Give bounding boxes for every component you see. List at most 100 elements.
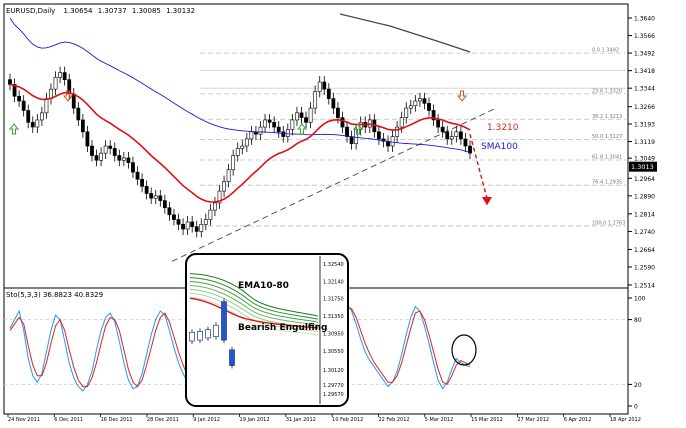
time-tick-label: 22 Feb 2012 bbox=[378, 417, 409, 423]
candle-body bbox=[153, 195, 158, 199]
price-tick-label: 1.2514 bbox=[634, 283, 655, 290]
price-axis: 1.3640 1.3566 1.3492 1.3418 1.3344 1.3266 1.31… bbox=[628, 16, 657, 290]
candle-body bbox=[103, 145, 108, 154]
candle-body bbox=[249, 131, 254, 140]
candle-body bbox=[449, 136, 454, 140]
fib-level-label: 38.2 1.3213 bbox=[592, 114, 622, 120]
symbol-title: EURUSD,Daily bbox=[6, 7, 55, 15]
candle-body bbox=[208, 209, 213, 220]
candle-body bbox=[408, 105, 413, 109]
candle-body bbox=[267, 119, 272, 123]
chart-canvas: 0.0 1.3492 23.6 1.3320 38.2 1.3213 50.0 1.3… bbox=[3, 3, 657, 423]
time-tick-label: 15 Mar 2012 bbox=[471, 417, 503, 423]
inset-candle-body bbox=[221, 301, 227, 341]
candle-body bbox=[326, 88, 331, 99]
price-tick-label: 1.2814 bbox=[634, 211, 655, 218]
inset-price-label: 1.29570 bbox=[323, 392, 344, 398]
candle-body bbox=[240, 145, 245, 149]
price-tick-label: 1.3266 bbox=[634, 104, 655, 111]
candle-body bbox=[17, 95, 22, 102]
candle-body bbox=[304, 117, 308, 123]
candle-body bbox=[162, 200, 167, 208]
candle-body bbox=[53, 76, 58, 90]
candle-body bbox=[244, 138, 249, 147]
candle-body bbox=[121, 157, 126, 161]
candle-body bbox=[190, 221, 195, 227]
candle-body bbox=[144, 186, 149, 194]
time-tick-label: 6 Dec 2011 bbox=[54, 417, 83, 423]
price-tick-label: 1.3566 bbox=[634, 33, 655, 40]
candle-body bbox=[281, 131, 286, 137]
candle-body bbox=[194, 226, 199, 232]
candle-body bbox=[285, 129, 290, 137]
candle-body bbox=[299, 112, 304, 118]
candle-body bbox=[62, 72, 67, 80]
price-tick-label: 1.2740 bbox=[634, 229, 655, 236]
candle-body bbox=[454, 131, 459, 137]
candle-body bbox=[149, 193, 154, 199]
header-high: 1.30737 bbox=[98, 7, 127, 15]
price-tick-label: 1.3049 bbox=[634, 156, 655, 163]
sma100-annotation: SMA100 bbox=[481, 142, 518, 152]
header-close: 1.30132 bbox=[166, 7, 195, 15]
candle-body bbox=[427, 103, 431, 111]
candle-body bbox=[140, 178, 144, 187]
candle-body bbox=[313, 91, 318, 109]
time-axis: 24 Nov 2011 6 Dec 2011 16 Dec 2011 28 Dec 2… bbox=[7, 414, 641, 423]
candle-body bbox=[399, 117, 404, 128]
candle-body bbox=[203, 219, 208, 225]
osc-tick-label: 0 bbox=[634, 404, 638, 411]
candle-body bbox=[418, 98, 422, 102]
inset-price-label: 1.30550 bbox=[323, 349, 344, 355]
candle-body bbox=[436, 119, 441, 128]
inset-price-label: 1.30120 bbox=[323, 368, 344, 374]
candle-body bbox=[8, 79, 12, 85]
inset-candle-body bbox=[189, 331, 195, 342]
candle-body bbox=[340, 117, 345, 128]
price-tick-label: 1.3418 bbox=[634, 68, 655, 75]
ema-level-annotation: 1.3210 bbox=[487, 123, 519, 133]
candle-body bbox=[422, 98, 427, 104]
candle-body bbox=[276, 126, 281, 133]
inset-price-label: 1.29770 bbox=[323, 383, 344, 389]
time-tick-label: 31 Jan 2012 bbox=[286, 417, 316, 423]
time-tick-label: 19 Jan 2012 bbox=[240, 417, 270, 423]
time-tick-label: 10 Feb 2012 bbox=[332, 417, 363, 423]
chart-window: 0.0 1.3492 23.6 1.3320 38.2 1.3213 50.0 1.3… bbox=[0, 0, 686, 424]
fib-level-label: 76.4 1.2935 bbox=[592, 180, 622, 186]
price-tick-label: 1.3193 bbox=[634, 121, 655, 128]
candle-body bbox=[131, 162, 135, 173]
candle-body bbox=[404, 107, 409, 118]
candle-body bbox=[458, 131, 463, 140]
fib-level-label: 50.0 1.3127 bbox=[592, 134, 622, 140]
last-price-label: 1.3013 bbox=[631, 163, 654, 171]
candle-body bbox=[413, 100, 418, 107]
candle-body bbox=[117, 155, 122, 161]
fib-level-label: 61.8 1.3041 bbox=[592, 155, 622, 161]
inset-candle-body bbox=[229, 349, 235, 366]
inset-candle-body bbox=[205, 329, 211, 339]
price-tick-label: 1.2890 bbox=[634, 193, 655, 200]
osc-tick-label: 100 bbox=[634, 296, 646, 303]
price-tick-label: 1.2664 bbox=[634, 247, 655, 254]
price-tick-label: 1.3492 bbox=[634, 51, 655, 58]
symbol-header: EURUSD,Daily 1.30654 1.30737 1.30085 1.3… bbox=[6, 7, 195, 15]
candle-body bbox=[44, 98, 49, 114]
time-tick-label: 28 Dec 2011 bbox=[147, 417, 179, 423]
price-tick-label: 1.3640 bbox=[634, 16, 655, 23]
inset-price-label: 1.31350 bbox=[323, 314, 344, 320]
header-open: 1.30654 bbox=[64, 7, 93, 15]
candle-body bbox=[176, 219, 181, 225]
inset-price-label: 1.31750 bbox=[323, 297, 344, 303]
time-tick-label: 6 Apr 2012 bbox=[564, 417, 592, 423]
time-tick-label: 18 Apr 2012 bbox=[610, 417, 641, 423]
candle-body bbox=[377, 131, 381, 140]
candle-body bbox=[158, 195, 163, 201]
time-tick-label: 16 Dec 2011 bbox=[101, 417, 133, 423]
price-tick-label: 1.3344 bbox=[634, 86, 655, 93]
fib-level-label: 100.0 1.2763 bbox=[592, 220, 625, 226]
candle-body bbox=[290, 119, 295, 130]
candle-body bbox=[222, 181, 226, 192]
candle-body bbox=[272, 122, 277, 128]
osc-tick-label: 80 bbox=[634, 317, 642, 324]
